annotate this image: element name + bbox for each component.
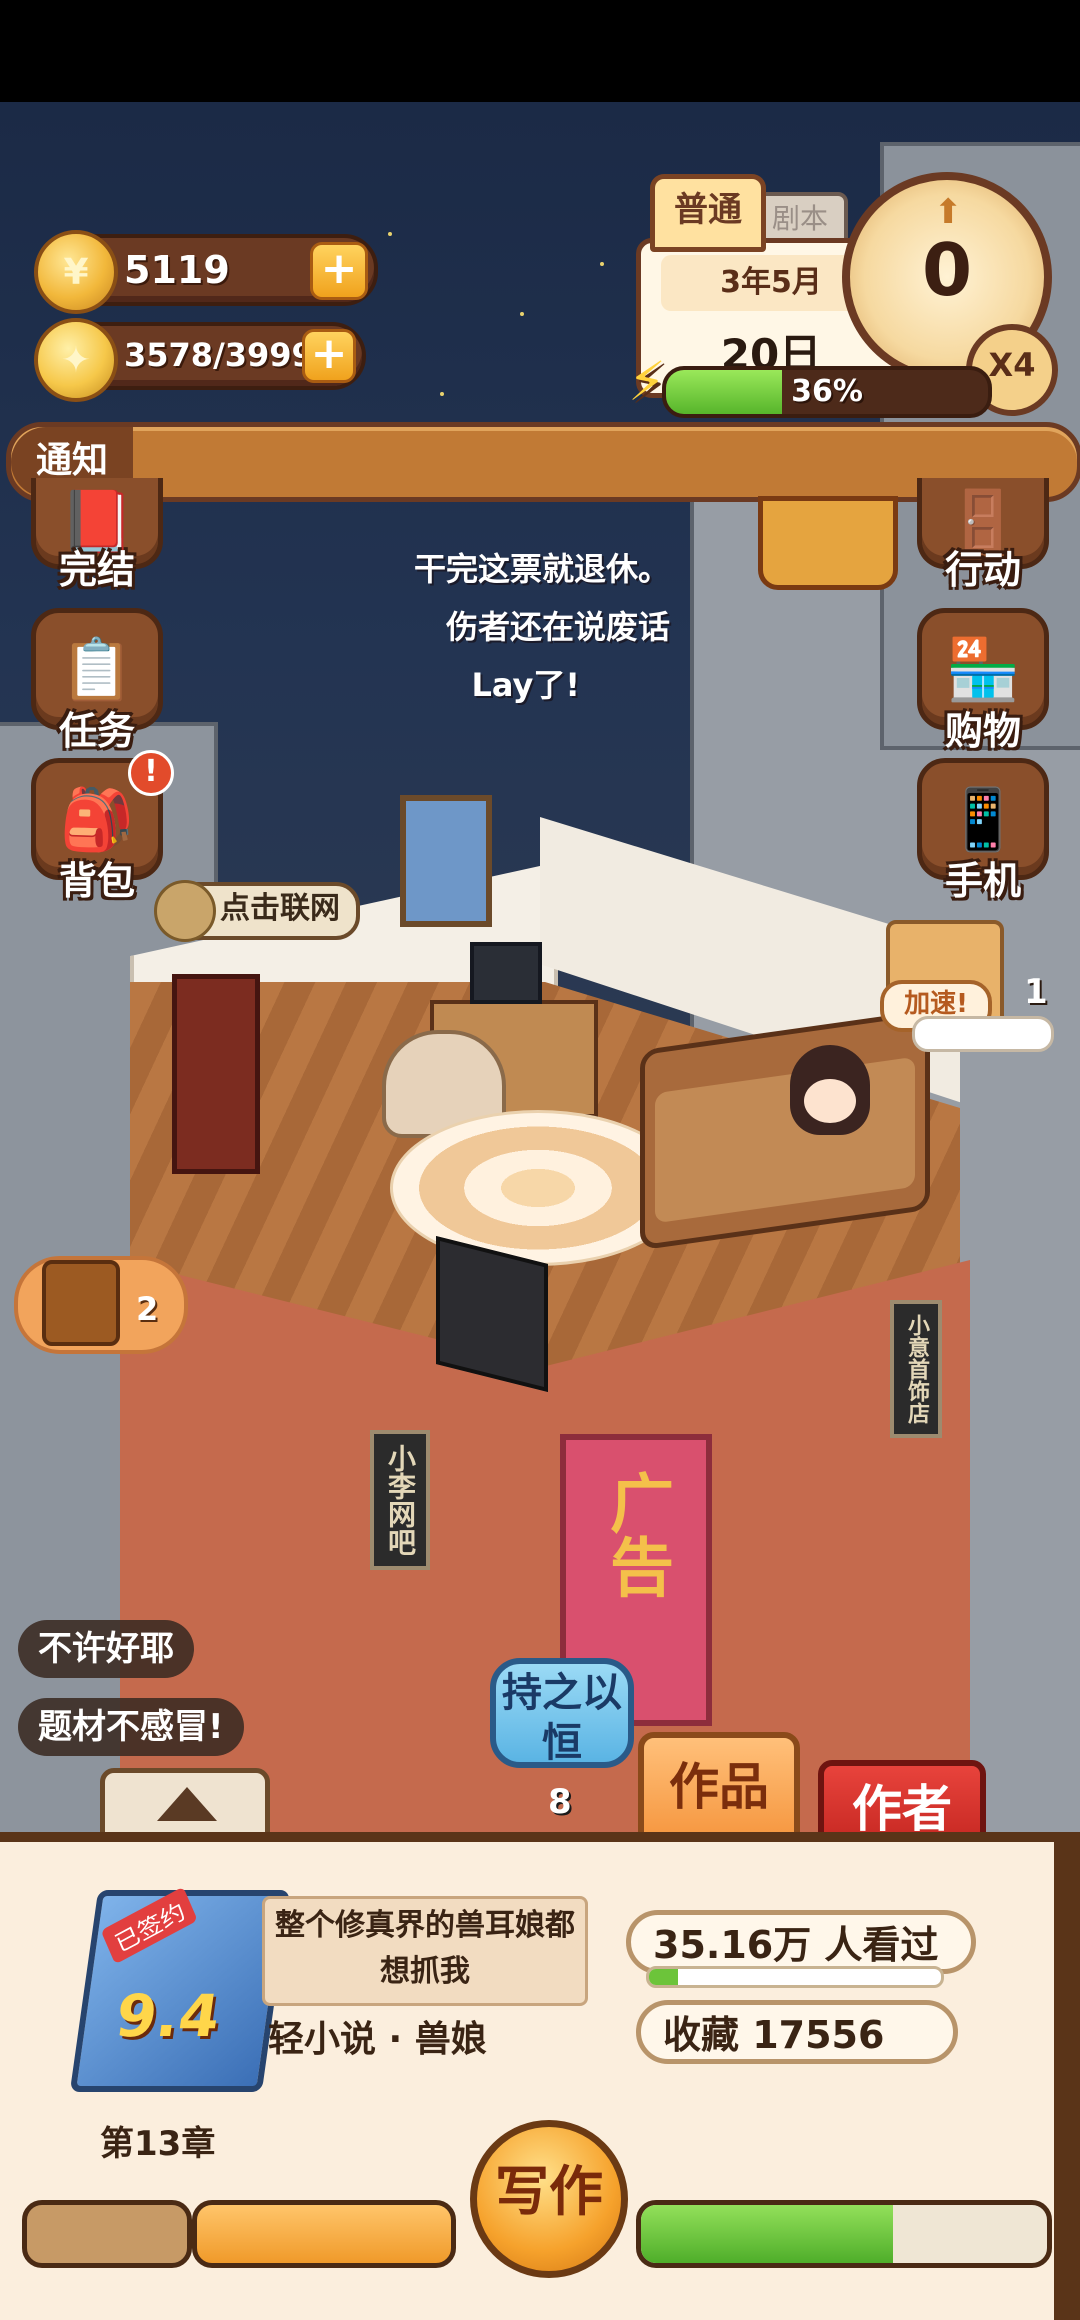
persist-button[interactable]: 持之以恒 [490, 1658, 634, 1768]
lightning-icon[interactable]: ⚡ [628, 350, 678, 413]
views-bar-fill [649, 1969, 679, 1985]
energy-counter: ✦ 3578/3999 + [34, 318, 366, 402]
energy-value: 3578/3999 [124, 336, 314, 374]
computer-monitor[interactable] [470, 942, 542, 1004]
persist-label: 持之以恒 [502, 1670, 622, 1766]
writing-progress-fill [641, 2205, 893, 2263]
character-face [804, 1079, 856, 1123]
bottom-left-button[interactable] [22, 2200, 192, 2268]
shop-label: 购物 [944, 709, 1021, 753]
shop-button[interactable]: 🏪 购物 [914, 608, 1052, 755]
favorites-counter: 收藏 17556 [636, 2000, 958, 2064]
jewelry-shop-sign: 小意首饰店 [890, 1300, 942, 1438]
complete-label: 完结 [58, 548, 135, 592]
alert-badge: ! [128, 750, 174, 796]
room-window [400, 795, 492, 927]
coin-icon [154, 880, 216, 942]
tasks-button[interactable]: 📋 任务 [28, 608, 166, 755]
phone-button[interactable]: 📱 手机 [914, 758, 1052, 905]
persist-count: 8 [548, 1782, 572, 1822]
book-title: 整个修真界的兽耳娘都想抓我 [262, 1896, 588, 2006]
blanket [655, 1056, 915, 1224]
treasure-chest-button[interactable]: 2 [14, 1256, 188, 1354]
comment-chip: 题材不感冒! [18, 1698, 244, 1756]
star [388, 232, 392, 236]
add-coins-button[interactable]: + [310, 242, 368, 300]
energy-percent: 36% [791, 374, 863, 409]
action-button[interactable]: 🚪 行动 [914, 478, 1052, 594]
star [520, 312, 524, 316]
action-label: 行动 [944, 548, 1021, 592]
status-bar [0, 0, 1080, 102]
comment-chip: 不许好耶 [18, 1620, 194, 1678]
connect-network-label: 点击联网 [220, 891, 340, 926]
tab-normal[interactable]: 普通 [650, 174, 766, 252]
star [600, 262, 604, 266]
net-cafe-sign: 小李网吧 [370, 1430, 430, 1570]
add-energy-button[interactable]: + [302, 329, 356, 383]
panel-edge [1054, 1842, 1080, 2320]
dialogue-line: 伤者还在说废话 [445, 608, 670, 646]
write-button[interactable]: 写作 [470, 2120, 628, 2278]
backpack-label: 背包 [58, 859, 135, 903]
dialogue-line: 干完这票就退休。 [413, 550, 670, 588]
bed[interactable] [640, 1009, 930, 1251]
sleeping-character[interactable] [790, 1045, 870, 1135]
dialogue-text: 干完这票就退休。 伤者还在说废话 Lay了! [300, 540, 670, 714]
energy-bar: 36% [662, 366, 992, 418]
dial-value: 0 [921, 228, 973, 312]
coin-icon: ¥ [34, 230, 118, 314]
bottom-orange-button[interactable] [192, 2200, 456, 2268]
treasure-chest-icon [42, 1260, 120, 1346]
speedup-progress [912, 1016, 1054, 1052]
complete-button[interactable]: 📕 完结 [28, 478, 166, 594]
poster-text: 广告 [599, 1470, 673, 1598]
dialogue-line: Lay了! [471, 666, 580, 704]
phone-label: 手机 [944, 859, 1021, 903]
up-arrow-icon: ⬆ [934, 192, 963, 232]
coin-value: 5119 [124, 248, 230, 292]
speedup-count: 1 [1024, 972, 1048, 1012]
star [440, 392, 444, 396]
book-rating: 9.4 [111, 1982, 225, 2050]
views-bar [646, 1966, 944, 1988]
book-genre: 轻小说 · 兽娘 [268, 2019, 487, 2060]
coin-counter: ¥ 5119 + [34, 230, 378, 314]
lightbulb-icon: ✦ [34, 318, 118, 402]
chest-count: 2 [136, 1290, 159, 1328]
room-door[interactable] [172, 974, 260, 1174]
book-cover[interactable]: 已签约 9.4 [69, 1886, 291, 2092]
connect-network-bubble[interactable]: 点击联网 [154, 880, 360, 942]
event-icon[interactable] [758, 496, 898, 590]
signed-badge: 已签约 [100, 1886, 198, 1965]
views-counter: 35.16万 人看过 [626, 1910, 976, 1974]
tasks-label: 任务 [58, 709, 135, 753]
writing-progress-bar [636, 2200, 1052, 2268]
book-chapter: 第13章 [100, 2124, 216, 2164]
